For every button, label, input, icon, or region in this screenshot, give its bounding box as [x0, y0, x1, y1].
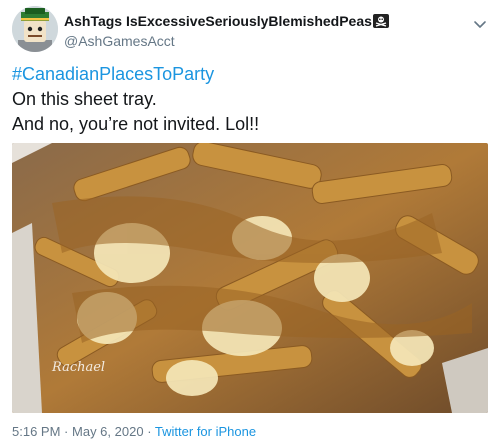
tweet-metadata: 5:16 PM · May 6, 2020 · Twitter for iPho… — [12, 424, 256, 439]
tweet-line-2: And no, you’re not invited. Lol!! — [12, 114, 260, 134]
tweet-date[interactable]: May 6, 2020 — [72, 424, 144, 439]
author-display-name[interactable]: AshTags IsExcessiveSeriouslyBlemishedPea… — [64, 12, 389, 32]
chevron-down-icon[interactable] — [472, 16, 488, 32]
tweet-line-1: On this sheet tray. — [12, 89, 157, 109]
author-names: AshTags IsExcessiveSeriouslyBlemishedPea… — [64, 12, 389, 50]
poutine-photo: Rachael — [12, 143, 488, 413]
pirate-flag-icon — [372, 14, 389, 32]
cartoon-avatar-icon[interactable] — [12, 6, 58, 52]
author-handle[interactable]: @AshGamesAcct — [64, 32, 389, 50]
tweet-header: AshTags IsExcessiveSeriouslyBlemishedPea… — [12, 6, 488, 52]
hashtag-link[interactable]: #CanadianPlacesToParty — [12, 62, 488, 87]
tweet-source-link[interactable]: Twitter for iPhone — [155, 424, 256, 439]
tweet-card: AshTags IsExcessiveSeriouslyBlemishedPea… — [0, 0, 500, 447]
display-name-text[interactable]: AshTags IsExcessiveSeriouslyBlemishedPea… — [64, 13, 372, 29]
separator-dot: · — [64, 424, 69, 439]
separator-dot: · — [147, 424, 152, 439]
tweet-time[interactable]: 5:16 PM — [12, 424, 60, 439]
tweet-media-photo[interactable]: Rachael — [12, 143, 488, 413]
tweet-text: #CanadianPlacesToParty On this sheet tra… — [12, 62, 488, 137]
media-watermark: Rachael — [51, 360, 105, 375]
